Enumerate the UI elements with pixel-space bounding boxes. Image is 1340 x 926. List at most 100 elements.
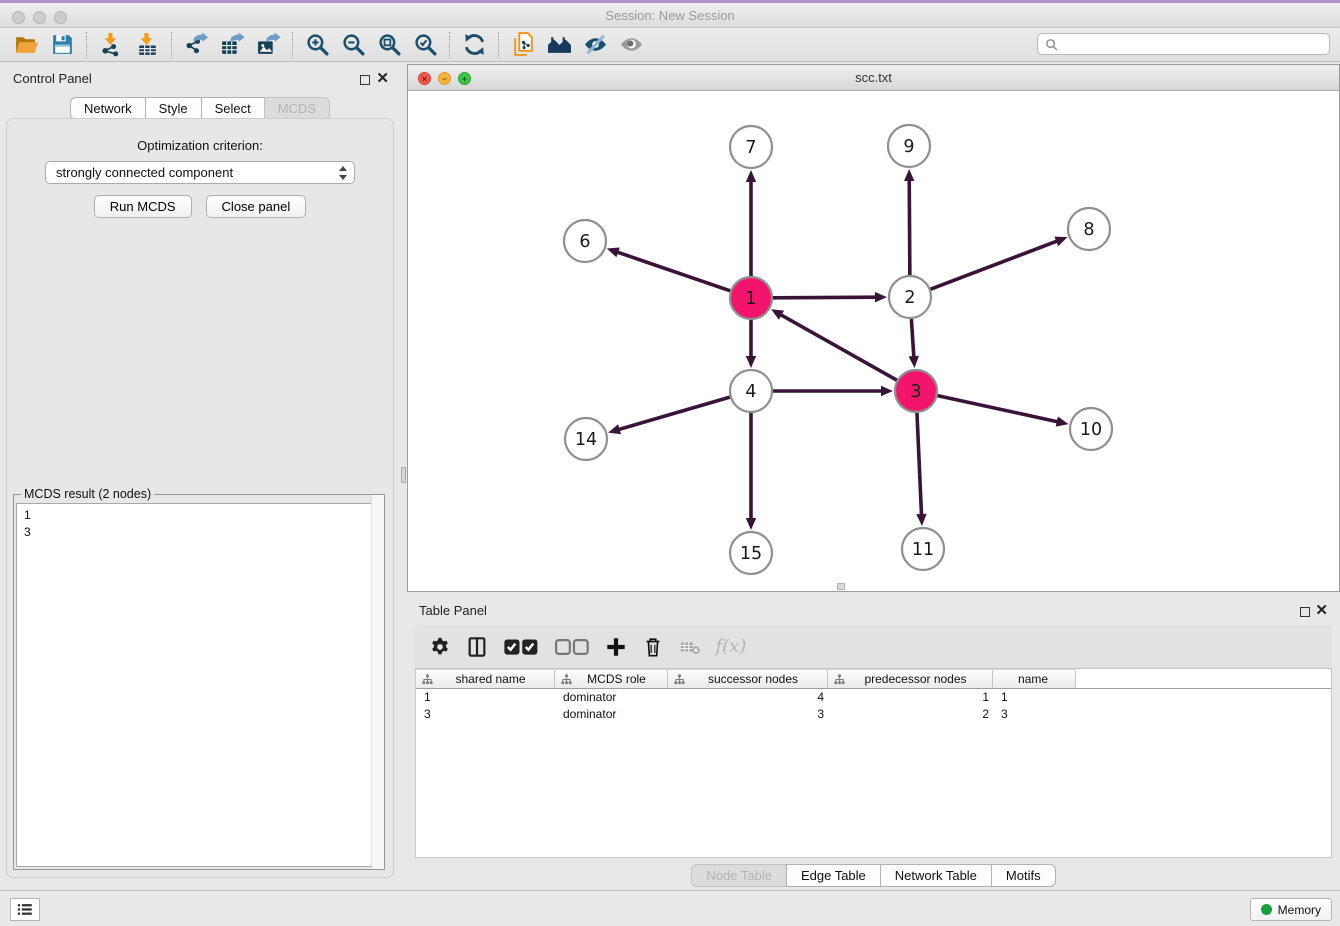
tab-style[interactable]: Style <box>145 97 202 120</box>
maximize-window-button[interactable] <box>54 11 67 24</box>
tab-select[interactable]: Select <box>201 97 265 120</box>
node-table-body: 1dominator4113dominator323 <box>416 689 1331 722</box>
app-titlebar: Session: New Session <box>0 3 1340 28</box>
edge-1-2[interactable] <box>773 297 878 298</box>
graph-node-11[interactable]: 11 <box>902 528 944 570</box>
column-header-name[interactable]: name <box>993 669 1076 688</box>
table-cell[interactable]: 3 <box>993 707 1076 721</box>
table-row[interactable]: 3dominator323 <box>416 706 1331 723</box>
table-row[interactable]: 1dominator411 <box>416 689 1331 706</box>
graph-node-9[interactable]: 9 <box>888 125 930 167</box>
node-table: shared nameMCDS rolesuccessor nodesprede… <box>415 668 1332 858</box>
table-cell[interactable]: 1 <box>993 690 1076 704</box>
graph-node-3[interactable]: 3 <box>895 370 937 412</box>
table-cell[interactable]: 4 <box>668 690 828 704</box>
graph-node-15[interactable]: 15 <box>730 532 772 574</box>
graph-node-6[interactable]: 6 <box>564 220 606 262</box>
tab-mcds[interactable]: MCDS <box>264 97 330 120</box>
maximize-network-button[interactable]: + <box>458 72 471 85</box>
delete-row-icon[interactable] <box>642 634 664 660</box>
export-image-icon[interactable] <box>250 30 286 60</box>
network-resize-handle[interactable] <box>837 583 845 590</box>
result-scrollbar[interactable] <box>371 495 384 869</box>
task-history-button[interactable] <box>10 898 40 921</box>
open-session-icon[interactable] <box>8 30 44 60</box>
graph-node-10[interactable]: 10 <box>1070 408 1112 450</box>
minimize-network-button[interactable]: − <box>438 72 451 85</box>
zoom-selected-icon[interactable] <box>407 30 443 60</box>
float-table-panel-icon[interactable] <box>1300 607 1310 617</box>
minimize-window-button[interactable] <box>33 11 46 24</box>
settings-gear-icon[interactable] <box>429 634 451 660</box>
column-header-mcds-role[interactable]: MCDS role <box>555 669 668 688</box>
import-table-icon[interactable] <box>129 30 165 60</box>
search-field[interactable] <box>1037 33 1330 55</box>
table-cell[interactable]: 1 <box>828 690 993 704</box>
table-cell[interactable]: dominator <box>555 690 668 704</box>
column-header-predecessor-nodes[interactable]: predecessor nodes <box>828 669 993 688</box>
run-mcds-button[interactable]: Run MCDS <box>94 195 192 218</box>
edge-4-14[interactable] <box>617 397 730 430</box>
mcds-result-group: MCDS result (2 nodes) 13 <box>13 494 385 870</box>
show-eye-icon[interactable] <box>613 30 649 60</box>
graph-node-7[interactable]: 7 <box>730 126 772 168</box>
float-panel-icon[interactable] <box>360 75 370 85</box>
mcds-result-text[interactable]: 13 <box>16 503 382 867</box>
table-cell[interactable]: 2 <box>828 707 993 721</box>
network-graph[interactable]: 7 9 6 8 1 2 4 3 14 10 15 11 <box>408 91 1339 591</box>
graph-node-4[interactable]: 4 <box>730 370 772 412</box>
save-session-icon[interactable] <box>44 30 80 60</box>
optimization-dropdown[interactable]: strongly connected component <box>45 161 355 184</box>
import-network-icon[interactable] <box>93 30 129 60</box>
node-table-header: shared nameMCDS rolesuccessor nodesprede… <box>416 669 1331 689</box>
column-header-successor-nodes[interactable]: successor nodes <box>668 669 828 688</box>
close-panel-icon[interactable]: ✕ <box>376 70 389 88</box>
edge-3-11[interactable] <box>917 413 922 517</box>
mcds-result-title: MCDS result (2 nodes) <box>21 487 154 501</box>
tab-motifs[interactable]: Motifs <box>991 864 1056 887</box>
divider-handle[interactable] <box>401 467 406 483</box>
deselect-all-icon[interactable] <box>554 634 590 660</box>
graph-node-2[interactable]: 2 <box>889 276 931 318</box>
edge-arrowhead <box>746 170 756 182</box>
edge-3-1[interactable] <box>779 314 897 380</box>
graph-node-14[interactable]: 14 <box>565 418 607 460</box>
export-table-icon[interactable] <box>214 30 250 60</box>
zoom-fit-icon[interactable] <box>371 30 407 60</box>
home-view-icon[interactable] <box>541 30 577 60</box>
graph-node-1[interactable]: 1 <box>730 277 772 319</box>
close-panel-button[interactable]: Close panel <box>206 195 307 218</box>
tab-node-table[interactable]: Node Table <box>691 864 787 887</box>
search-input[interactable] <box>1059 35 1329 53</box>
add-row-icon[interactable] <box>605 634 627 660</box>
refresh-network-icon[interactable] <box>456 30 492 60</box>
duplicate-network-icon[interactable] <box>505 30 541 60</box>
tab-network[interactable]: Network <box>70 97 146 120</box>
edge-2-8[interactable] <box>931 240 1060 289</box>
hide-eye-icon[interactable] <box>577 30 613 60</box>
table-cell[interactable]: 1 <box>416 690 555 704</box>
select-all-icon[interactable] <box>503 634 539 660</box>
export-network-icon[interactable] <box>178 30 214 60</box>
zoom-in-icon[interactable] <box>299 30 335 60</box>
close-network-button[interactable]: × <box>418 72 431 85</box>
chevron-updown-icon <box>337 165 349 181</box>
tab-network-table[interactable]: Network Table <box>880 864 992 887</box>
table-cell[interactable]: dominator <box>555 707 668 721</box>
table-cell[interactable]: 3 <box>668 707 828 721</box>
memory-button[interactable]: Memory <box>1250 898 1332 921</box>
close-window-button[interactable] <box>12 11 25 24</box>
table-cell[interactable]: 3 <box>416 707 555 721</box>
zoom-out-icon[interactable] <box>335 30 371 60</box>
edge-3-10[interactable] <box>937 396 1059 423</box>
show-columns-icon[interactable] <box>466 634 488 660</box>
tab-edge-table[interactable]: Edge Table <box>786 864 881 887</box>
table-panel-header: Table Panel ✕ <box>407 600 1340 622</box>
apply-function-icon: f(x) <box>716 636 747 657</box>
column-header-shared-name[interactable]: shared name <box>416 669 555 688</box>
edge-1-6[interactable] <box>615 251 730 290</box>
close-table-panel-icon[interactable]: ✕ <box>1315 602 1328 620</box>
edge-2-3[interactable] <box>911 319 914 359</box>
edge-2-9[interactable] <box>909 178 910 275</box>
graph-node-8[interactable]: 8 <box>1068 208 1110 250</box>
